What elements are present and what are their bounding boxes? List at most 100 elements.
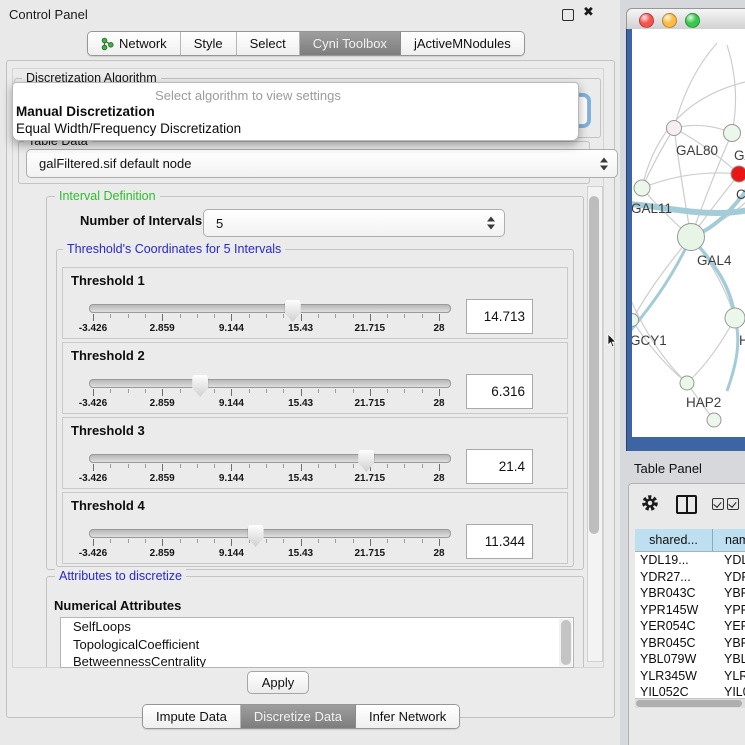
network-node-ga[interactable] bbox=[724, 125, 741, 142]
slider-tick bbox=[110, 539, 111, 543]
slider-tick bbox=[422, 314, 423, 318]
slider-track[interactable] bbox=[89, 454, 451, 463]
slider-tick bbox=[145, 389, 146, 393]
slider-handle[interactable] bbox=[285, 300, 301, 322]
network-node-h[interactable] bbox=[725, 308, 745, 328]
cell-name[interactable]: YBR04 bbox=[724, 636, 745, 650]
network-node-unlabeled[interactable] bbox=[707, 413, 721, 427]
network-window-titlebar[interactable] bbox=[626, 8, 745, 31]
close-light-icon[interactable] bbox=[639, 13, 654, 28]
table-row[interactable]: YDL19... YDL19 bbox=[635, 552, 745, 569]
settings-gear-icon[interactable] bbox=[640, 493, 660, 513]
column-header-name[interactable]: name bbox=[713, 529, 745, 552]
tab-style[interactable]: Style bbox=[181, 32, 237, 55]
cell-name[interactable]: YBR04 bbox=[724, 586, 745, 600]
scrollbar-thumb[interactable] bbox=[589, 196, 599, 534]
column-header-shared-name[interactable]: shared... bbox=[635, 529, 713, 552]
tab-impute-data[interactable]: Impute Data bbox=[143, 705, 241, 728]
column-layout-icon[interactable] bbox=[676, 495, 697, 514]
float-panel-icon[interactable] bbox=[562, 9, 574, 21]
network-edge[interactable] bbox=[687, 318, 735, 383]
attributes-list-scrollbar[interactable] bbox=[559, 619, 572, 666]
tab-infer-network[interactable]: Infer Network bbox=[356, 705, 459, 728]
cell-name[interactable]: YER05 bbox=[724, 619, 745, 633]
threshold-value-field[interactable]: 11.344 bbox=[466, 524, 533, 559]
network-node-label: GCY1 bbox=[632, 333, 667, 348]
cell-shared-name[interactable]: YLR345W bbox=[640, 669, 697, 683]
cell-shared-name[interactable]: YBR043C bbox=[640, 586, 696, 600]
cell-shared-name[interactable]: YER054C bbox=[640, 619, 696, 633]
cell-name[interactable]: YDR27 bbox=[724, 570, 745, 584]
attributes-list: SelfLoopsTopologicalCoefficientBetweenne… bbox=[60, 617, 574, 668]
num-intervals-combobox[interactable]: 5 bbox=[203, 209, 505, 237]
scrollbar-thumb[interactable] bbox=[636, 700, 742, 707]
apply-button[interactable]: Apply bbox=[247, 671, 309, 694]
dropdown-option-manual-discretization[interactable]: Manual Discretization bbox=[16, 104, 155, 119]
slider-handle[interactable] bbox=[358, 450, 374, 472]
cell-name[interactable]: YLR34 bbox=[724, 669, 745, 683]
slider-tick bbox=[422, 539, 423, 543]
network-edge[interactable] bbox=[642, 173, 739, 188]
threshold-value-field[interactable]: 6.316 bbox=[466, 374, 533, 409]
table-data-combobox[interactable]: galFiltered.sif default node bbox=[26, 149, 618, 178]
dropdown-option-equal-width-frequency-discretization[interactable]: Equal Width/Frequency Discretization bbox=[16, 121, 241, 136]
table-row[interactable]: YBR043C YBR04 bbox=[635, 585, 745, 602]
cell-name[interactable]: YPR14 bbox=[724, 603, 745, 617]
minimize-light-icon[interactable] bbox=[662, 13, 677, 28]
network-edge-highlighted[interactable] bbox=[632, 237, 691, 335]
tab-discretize-data[interactable]: Discretize Data bbox=[241, 705, 356, 728]
table-row[interactable]: YDR27... YDR27 bbox=[635, 569, 745, 586]
table-row[interactable]: YBL079W YBL07 bbox=[635, 651, 745, 668]
attribute-list-item[interactable]: BetweennessCentrality bbox=[61, 653, 573, 668]
table-horizontal-scrollbar[interactable] bbox=[635, 698, 745, 708]
table-row[interactable]: YER054C YER05 bbox=[635, 618, 745, 635]
network-node-hap2[interactable] bbox=[680, 376, 694, 390]
network-node-c[interactable] bbox=[731, 166, 745, 182]
slider-tick bbox=[335, 539, 336, 543]
close-icon[interactable]: ✖ bbox=[583, 5, 594, 20]
cell-name[interactable]: YDL19 bbox=[724, 553, 745, 567]
attribute-list-item[interactable]: SelfLoops bbox=[61, 618, 573, 636]
cell-shared-name[interactable]: YIL052C bbox=[640, 685, 689, 699]
cell-shared-name[interactable]: YDR27... bbox=[640, 570, 691, 584]
tab-jactivemnodules[interactable]: jActiveMNodules bbox=[401, 32, 524, 55]
cell-name[interactable]: YIL05 bbox=[724, 685, 745, 699]
table-row[interactable]: YBR045C YBR04 bbox=[635, 635, 745, 652]
slider-handle[interactable] bbox=[192, 375, 208, 397]
vertical-scrollbar[interactable] bbox=[587, 186, 603, 662]
slider-track[interactable] bbox=[89, 304, 451, 313]
network-canvas[interactable]: GAL80GACGAL11GAL4GCY1HHAP2 bbox=[632, 29, 745, 437]
cell-shared-name[interactable]: YPR145W bbox=[640, 603, 698, 617]
cell-shared-name[interactable]: YDL19... bbox=[640, 553, 689, 567]
table-row[interactable]: YPR145W YPR14 bbox=[635, 602, 745, 619]
select-all-checkbox-icon[interactable] bbox=[712, 498, 724, 510]
network-node-label: GAL11 bbox=[632, 201, 672, 216]
tab-network[interactable]: Network bbox=[88, 32, 181, 55]
select-columns-checkbox-icon[interactable] bbox=[727, 498, 739, 510]
slider-tick bbox=[128, 539, 129, 543]
network-node-gal11[interactable] bbox=[634, 180, 650, 196]
slider-track[interactable] bbox=[89, 529, 451, 538]
cell-name[interactable]: YBL07 bbox=[724, 652, 745, 666]
zoom-light-icon[interactable] bbox=[685, 13, 700, 28]
scrollbar-thumb[interactable] bbox=[561, 620, 571, 665]
network-edge[interactable] bbox=[727, 45, 736, 133]
slider-tick bbox=[266, 389, 267, 393]
network-node-gal80[interactable] bbox=[667, 121, 682, 136]
network-node-gal4[interactable] bbox=[678, 224, 705, 251]
cell-shared-name[interactable]: YBR045C bbox=[640, 636, 696, 650]
attribute-list-item[interactable]: TopologicalCoefficient bbox=[61, 636, 573, 654]
slider-handle[interactable] bbox=[248, 525, 264, 547]
slider-track[interactable] bbox=[89, 379, 451, 388]
network-edge[interactable] bbox=[632, 237, 691, 320]
network-graph[interactable]: GAL80GACGAL11GAL4GCY1HHAP2 bbox=[632, 29, 745, 437]
cell-shared-name[interactable]: YBL079W bbox=[640, 652, 696, 666]
top-tab-bar: NetworkStyleSelectCyni ToolboxjActiveMNo… bbox=[87, 31, 525, 56]
tab-cyni-toolbox[interactable]: Cyni Toolbox bbox=[300, 32, 401, 55]
threshold-value-field[interactable]: 14.713 bbox=[466, 299, 533, 334]
tab-label: Infer Network bbox=[369, 709, 446, 724]
threshold-value-field[interactable]: 21.4 bbox=[466, 449, 533, 484]
slider-tick bbox=[162, 464, 163, 471]
table-row[interactable]: YLR345W YLR34 bbox=[635, 668, 745, 685]
tab-select[interactable]: Select bbox=[237, 32, 300, 55]
